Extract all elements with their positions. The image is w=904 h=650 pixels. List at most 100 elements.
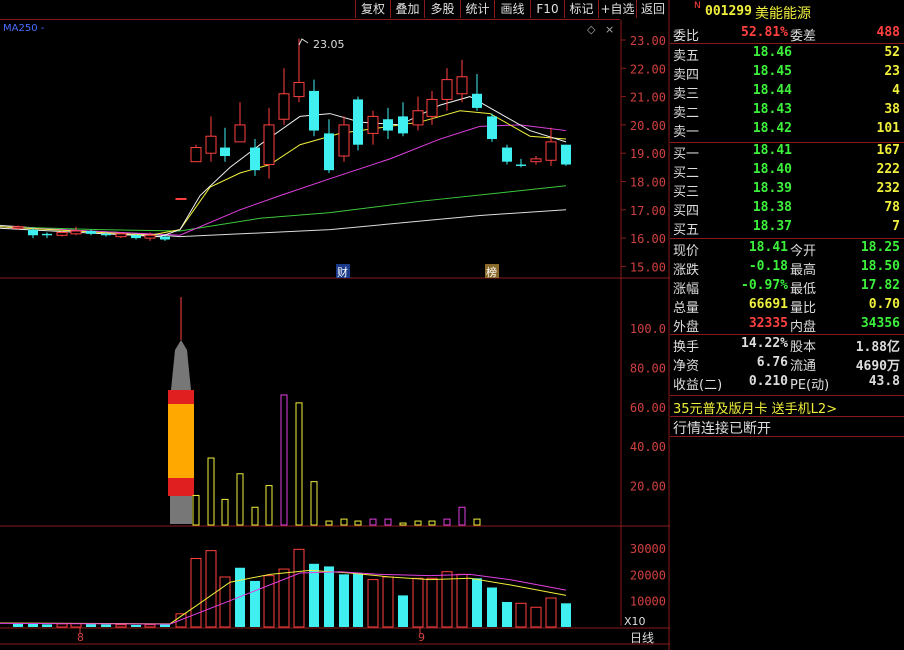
quote-value: 18.50 <box>860 259 900 274</box>
kline-chart-area[interactable]: 23.00 22.00 21.00 20.00 19.00 18.00 17.00 16.00… <box>0 0 670 650</box>
toolbar-button-7[interactable]: +自选 <box>598 0 636 18</box>
candle-body <box>160 236 170 240</box>
vol-bar <box>325 520 333 526</box>
candle-body <box>101 233 111 236</box>
quote-value: 17.82 <box>860 278 900 293</box>
vol2-bar <box>190 558 202 628</box>
close-icon: × <box>605 23 614 36</box>
quote-row: 总量 66691 量比 0.70 <box>670 297 904 316</box>
bid-label: 买三 <box>673 185 700 200</box>
ask-price: 18.43 <box>752 102 792 117</box>
vol2-bar <box>472 578 482 627</box>
quote-label: 最低 <box>790 282 817 297</box>
stats-value: 43.8 <box>868 374 900 389</box>
bid-row: 买四 18.38 78 <box>670 200 904 219</box>
weibi-row: 委比 52.81% 委差 488 <box>670 25 904 44</box>
stats-value: 14.22% <box>741 336 788 351</box>
toolbar-button-5[interactable]: F10 <box>530 0 564 18</box>
toolbar-button-8[interactable]: 返回 <box>636 0 669 18</box>
ask-label: 卖五 <box>673 49 700 64</box>
price-tick: 20.00 <box>630 119 666 133</box>
vol2-bar <box>309 563 319 627</box>
bid-volume: 167 <box>876 143 900 158</box>
vol-bar <box>192 494 200 526</box>
promo-link[interactable]: 35元普及版月卡 送手机L2> <box>670 398 904 417</box>
vol-bar <box>340 518 348 526</box>
vol2-bar <box>367 579 379 628</box>
vol-band <box>168 478 194 496</box>
vol2-bar <box>101 624 111 627</box>
toolbar-button-6[interactable]: 标记 <box>564 0 598 18</box>
vol-bar <box>354 520 362 526</box>
quote-value: -0.97% <box>741 278 788 293</box>
vol2-bar <box>324 566 334 627</box>
price-tick: 17.00 <box>630 204 666 218</box>
divider <box>670 395 904 396</box>
vol2-bar <box>412 577 424 628</box>
stats-value: 0.210 <box>748 374 788 389</box>
bid-price: 18.38 <box>752 200 792 215</box>
stock-name: 美能能源 <box>755 6 811 22</box>
bid-volume: 7 <box>892 219 900 234</box>
price-tick: 18.00 <box>630 176 666 190</box>
vol2-bar <box>293 548 305 628</box>
weibi-value: 52.81% <box>741 25 788 40</box>
candle-body <box>250 147 260 171</box>
toolbar-button-4[interactable]: 画线 <box>494 0 530 18</box>
price-tick: 23.00 <box>630 34 666 48</box>
ask-price: 18.46 <box>752 45 792 60</box>
high-price-label: 23.05 <box>313 38 345 51</box>
quote-value: 34356 <box>860 316 900 331</box>
candle-body <box>12 226 24 229</box>
vol2-bar <box>160 624 170 627</box>
toolbar-button-0[interactable]: 复权 <box>355 0 390 18</box>
divider <box>670 43 904 44</box>
diamond-icon: ◇ <box>587 23 596 36</box>
connection-status: 行情连接已断开 <box>670 418 904 437</box>
bid-label: 买四 <box>673 204 700 219</box>
vol-bar <box>265 485 273 526</box>
weidiff-label: 委差 <box>790 29 817 44</box>
vol-bar <box>414 520 422 526</box>
toolbar-button-3[interactable]: 统计 <box>460 0 494 18</box>
bid-row: 买二 18.40 222 <box>670 162 904 181</box>
vol-tick: 80.00 <box>630 361 666 375</box>
vol2-bar <box>515 602 527 628</box>
ask-row: 卖二 18.43 38 <box>670 102 904 121</box>
ask-row: 卖五 18.46 52 <box>670 45 904 64</box>
quote-label: 总量 <box>673 301 700 316</box>
bid-price: 18.39 <box>752 181 792 196</box>
event-label: 榜 <box>486 265 497 279</box>
ask-label: 卖四 <box>673 68 700 83</box>
stats-value: 1.88亿 <box>855 340 900 355</box>
quote-panel: N 001299 美能能源 委比 52.81% 委差 488 卖五 18.46 52… <box>670 0 904 650</box>
vol2-bar <box>339 574 349 627</box>
stats-row: 收益(二) 0.210 PE(动) 43.8 <box>670 374 904 393</box>
candle-body <box>42 233 52 236</box>
vol-bar <box>399 522 407 526</box>
candle-body <box>338 124 350 157</box>
ask-row: 卖三 18.44 4 <box>670 83 904 102</box>
volume-pane-1 <box>168 297 481 526</box>
vol2-bar <box>144 624 156 628</box>
bid-row: 买三 18.39 232 <box>670 181 904 200</box>
vol2-bar <box>426 577 438 628</box>
candle-body <box>398 116 408 134</box>
toolbar-button-1[interactable]: 叠加 <box>390 0 424 18</box>
bid-label: 买二 <box>673 166 700 181</box>
quote-label: 涨幅 <box>673 282 700 297</box>
vol-bar <box>369 518 377 526</box>
quote-row: 涨幅 -0.97% 最低 17.82 <box>670 278 904 297</box>
bid-price: 18.37 <box>752 219 792 234</box>
divider <box>670 238 904 239</box>
vol-band <box>168 404 194 478</box>
ask-label: 卖二 <box>673 106 700 121</box>
weidiff-value: 488 <box>876 25 900 40</box>
vol2-bar <box>86 624 96 627</box>
quote-value: 0.70 <box>868 297 900 312</box>
candle-body <box>278 93 290 120</box>
toolbar-button-2[interactable]: 多股 <box>424 0 460 18</box>
price-tick: 16.00 <box>630 232 666 246</box>
axis-labels: 23.00 22.00 21.00 20.00 19.00 18.00 17.00 16.00… <box>3 23 666 645</box>
vol2-bar <box>382 576 394 628</box>
